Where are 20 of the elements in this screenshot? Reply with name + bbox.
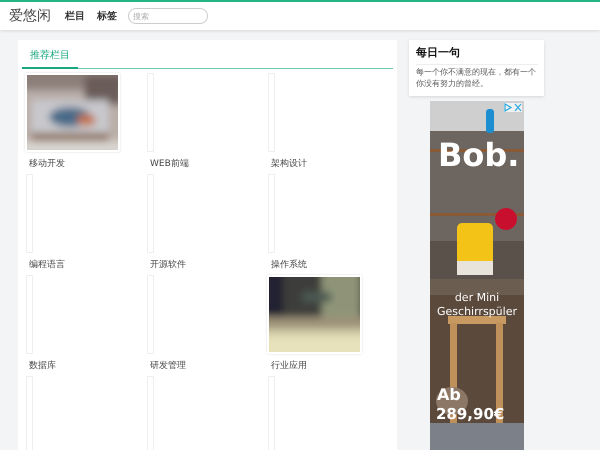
category-label[interactable]: 数据库 — [29, 359, 56, 372]
ad-headline: der Mini Geschirrspüler — [436, 291, 518, 319]
nav-link[interactable]: 标签 — [97, 9, 117, 23]
ad-price: 289,90€ — [436, 407, 504, 422]
ad-logo: Bob. — [438, 139, 520, 171]
category-label[interactable]: 移动开发 — [29, 157, 65, 170]
category-label[interactable]: WEB前端 — [150, 157, 189, 170]
search-field[interactable]: 搜索 — [128, 8, 208, 24]
category-label[interactable]: 开源软件 — [150, 258, 186, 271]
category-label[interactable]: 操作系统 — [271, 258, 307, 271]
quote-title: 每日一句 — [416, 45, 538, 65]
nav-link[interactable]: 栏目 — [65, 9, 85, 23]
category-label[interactable]: 行业应用 — [271, 359, 307, 372]
ad-price-prefix: Ab — [437, 387, 461, 403]
site-logo[interactable]: 爱悠闲 — [9, 7, 51, 25]
quote-text: 每一个你不满意的现在，都有一个你没有努力的曾经。 — [416, 67, 536, 90]
category-label[interactable]: 编程语言 — [29, 258, 65, 271]
ad-choices-icon[interactable] — [504, 103, 522, 112]
category-label[interactable]: 架构设计 — [271, 157, 307, 170]
category-label[interactable]: 研发管理 — [150, 359, 186, 372]
